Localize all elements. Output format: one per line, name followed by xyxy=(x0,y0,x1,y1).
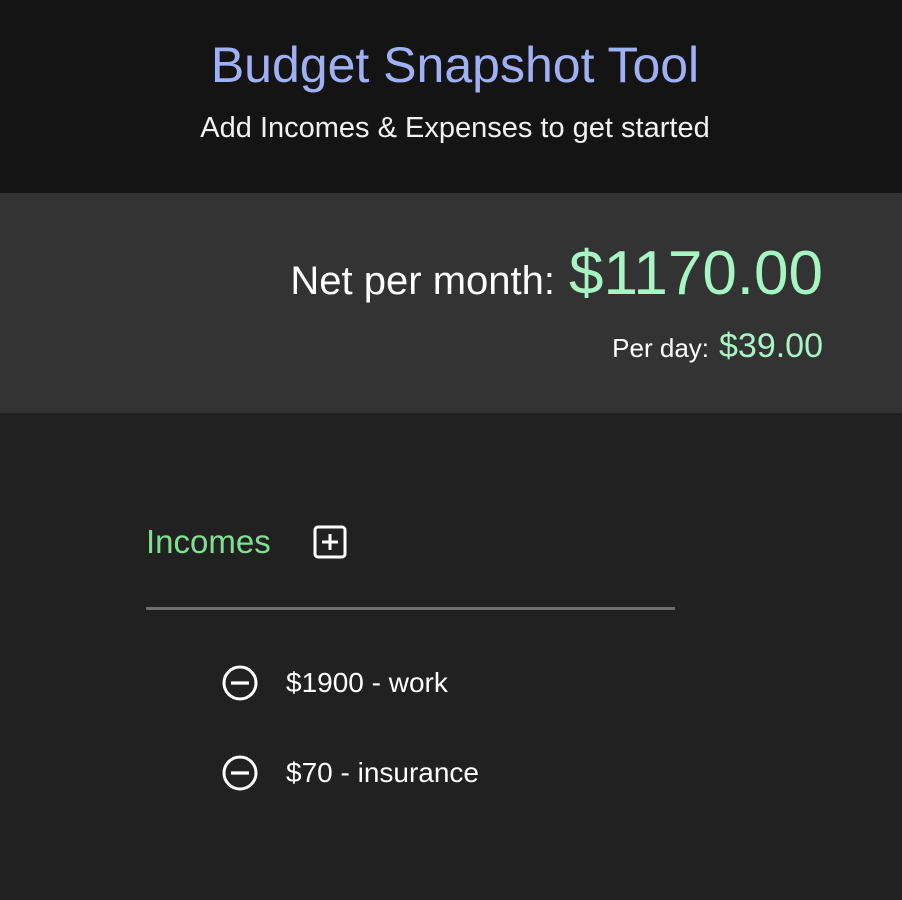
income-item-text: $1900 - work xyxy=(286,667,448,698)
add-income-button[interactable] xyxy=(313,525,347,559)
per-day-label: Per day: xyxy=(612,333,709,363)
app-header: Budget Snapshot Tool Add Incomes & Expen… xyxy=(0,0,902,193)
plus-square-icon xyxy=(313,525,347,559)
incomes-title: Incomes xyxy=(146,523,271,560)
net-per-month-value: $1170.00 xyxy=(569,239,823,308)
minus-circle-icon xyxy=(222,665,258,701)
incomes-divider xyxy=(146,607,675,610)
app-subtitle: Add Incomes & Expenses to get started xyxy=(200,112,710,144)
remove-income-button[interactable] xyxy=(221,664,259,702)
income-item: $1900 - work xyxy=(221,660,479,706)
per-day-row: Per day: $39.00 xyxy=(612,327,823,366)
minus-circle-icon xyxy=(222,755,258,791)
per-day-value: $39.00 xyxy=(719,327,823,365)
income-list: $1900 - work $70 - insurance xyxy=(221,660,479,840)
income-item: $70 - insurance xyxy=(221,750,479,796)
remove-income-button[interactable] xyxy=(221,754,259,792)
summary-panel: Net per month: $1170.00 Per day: $39.00 xyxy=(0,193,902,413)
incomes-header: Incomes xyxy=(146,520,347,564)
net-per-month-row: Net per month: $1170.00 xyxy=(290,238,823,309)
app-title: Budget Snapshot Tool xyxy=(210,37,700,93)
income-item-text: $70 - insurance xyxy=(286,757,480,788)
net-per-month-label: Net per month: xyxy=(290,259,555,303)
